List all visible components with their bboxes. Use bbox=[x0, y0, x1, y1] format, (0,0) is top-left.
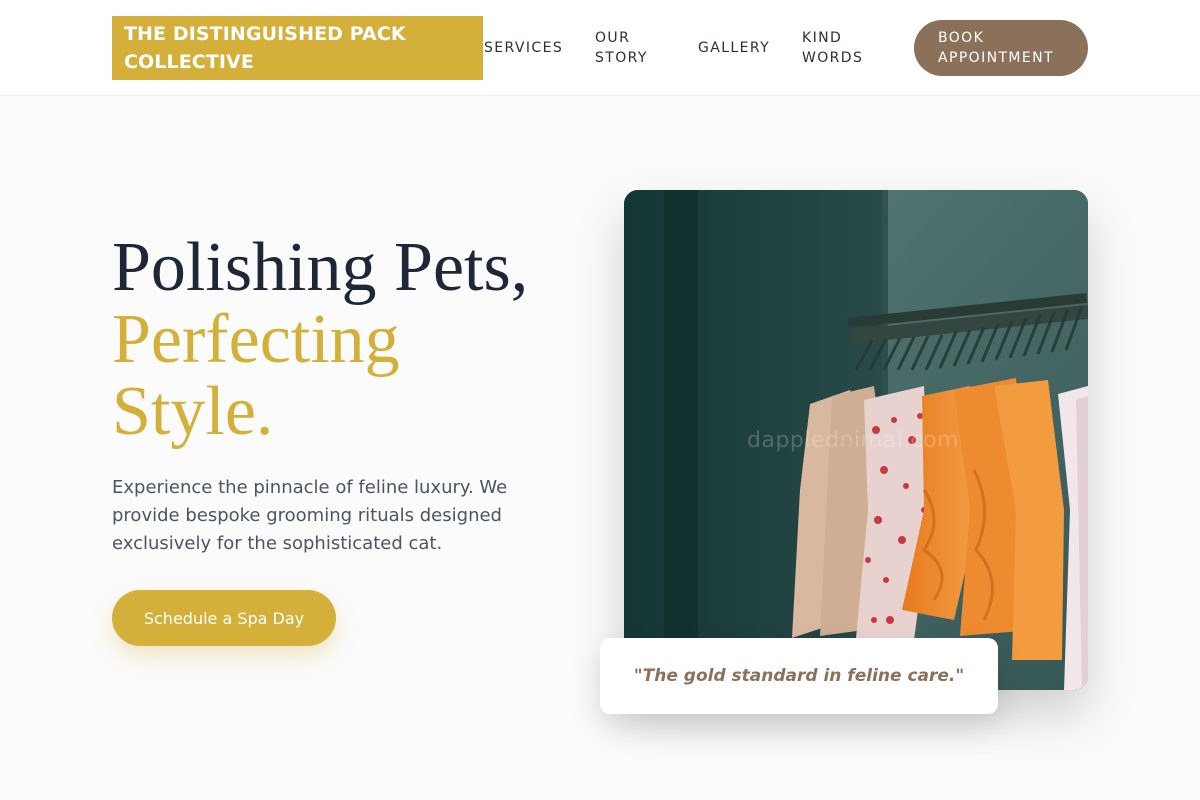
schedule-spa-day-button[interactable]: Schedule a Spa Day bbox=[112, 590, 336, 646]
nav-label-kind-words-line1: KIND bbox=[802, 30, 843, 46]
testimonial-quote-card: "The gold standard in feline care." bbox=[600, 638, 998, 714]
image-watermark: dapplednimal.com bbox=[747, 428, 960, 453]
nav-label-services: SERVICES bbox=[484, 40, 564, 56]
brand-logo[interactable]: THE DISTINGUISHED PACK COLLECTIVE bbox=[112, 16, 483, 80]
hero-tagline: Experience the pinnacle of feline luxury… bbox=[112, 477, 508, 554]
site-header: THE DISTINGUISHED PACK COLLECTIVE SERVIC… bbox=[0, 0, 1200, 96]
book-button-label-line2: APPOINTMENT bbox=[938, 50, 1054, 66]
headline-line-1: Polishing Pets, bbox=[112, 229, 529, 306]
nav-label-gallery: GALLERY bbox=[698, 40, 771, 56]
headline-accent-line-1: Perfecting bbox=[112, 301, 400, 378]
cta-label: Schedule a Spa Day bbox=[143, 608, 305, 628]
nav-label-our-story-line2: STORY bbox=[595, 50, 648, 66]
nav-label-our-story-line1: OUR bbox=[595, 30, 631, 46]
book-button-label-line1: BOOK bbox=[938, 30, 985, 46]
book-appointment-button[interactable]: BOOK APPOINTMENT bbox=[914, 20, 1088, 76]
headline-accent-line-2: Style. bbox=[112, 373, 274, 450]
nav-link-services[interactable]: SERVICES bbox=[484, 0, 563, 96]
nav-link-kind-words[interactable]: KIND WORDS bbox=[802, 0, 882, 96]
hero-headline: Polishing Pets, Perfecting Style. bbox=[112, 232, 582, 448]
hero-image: dapplednimal.com bbox=[624, 190, 1088, 690]
nav-label-kind-words-line2: WORDS bbox=[802, 50, 864, 66]
nav-link-our-story[interactable]: OUR STORY bbox=[595, 0, 665, 96]
testimonial-quote-text: "The gold standard in feline care." bbox=[633, 666, 965, 686]
nav-link-gallery[interactable]: GALLERY bbox=[698, 0, 770, 96]
